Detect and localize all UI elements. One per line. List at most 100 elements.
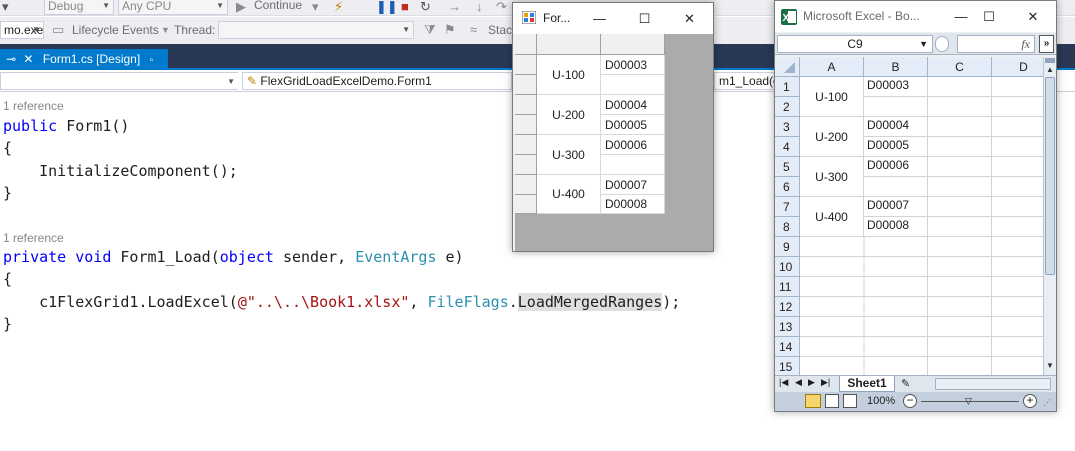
grid-cell[interactable]	[601, 155, 665, 175]
formula-bar: C9 ▼ fx »	[775, 33, 1056, 55]
chevron-down-icon: ▼	[216, 1, 224, 10]
code-string: @"..\..\Book1.xlsx"	[237, 293, 410, 311]
scroll-thumb[interactable]	[1045, 77, 1055, 275]
maximize-button[interactable]: ☐	[969, 1, 1009, 32]
chevron-down-icon[interactable]: ▼	[161, 23, 170, 37]
resize-grip-icon[interactable]: ⋰	[1043, 398, 1051, 407]
thread-combo[interactable]: ▼	[218, 21, 414, 39]
grid-row-header[interactable]	[515, 95, 537, 115]
pin-icon[interactable]: ⊸	[6, 52, 16, 66]
name-box[interactable]: C9 ▼	[777, 35, 933, 53]
dropdown-arrow-icon[interactable]: ▾	[2, 0, 9, 14]
fx-icon[interactable]: fx	[1021, 37, 1030, 52]
flag-icon[interactable]: ⚑	[444, 23, 456, 37]
step-into-icon[interactable]: ↓	[476, 0, 483, 14]
grid-row-header[interactable]	[515, 75, 537, 95]
sheet-tabs-bar: |◀ ◀ ▶ ▶| Sheet1 ✎	[775, 375, 1056, 392]
grid-row-header[interactable]	[515, 135, 537, 155]
close-button[interactable]: ✕	[667, 3, 712, 34]
show-next-statement-icon[interactable]: →	[448, 0, 461, 14]
chevron-down-icon[interactable]: ▾	[312, 0, 319, 14]
grid-row-header[interactable]	[515, 155, 537, 175]
pause-icon[interactable]: ❚❚	[376, 0, 398, 14]
code-line: }	[3, 315, 13, 333]
code-keyword: void	[75, 248, 112, 266]
grid-cell[interactable]: D00004	[601, 95, 665, 115]
expand-formula-button[interactable]: »	[1039, 35, 1054, 53]
close-icon[interactable]: ✕	[23, 52, 33, 66]
grid-merged-cell[interactable]: U-100	[537, 55, 601, 95]
project-dropdown[interactable]: ▼	[0, 72, 238, 90]
zoom-slider-thumb[interactable]: ▽	[965, 396, 972, 407]
grid-column-header[interactable]	[601, 34, 665, 55]
grid-cell[interactable]	[601, 75, 665, 95]
configuration-combo[interactable]: Debug ▼	[44, 0, 114, 15]
zoom-out-icon[interactable]: −	[903, 394, 917, 408]
class-dropdown[interactable]: ✎ FlexGridLoadExcelDemo.Form1	[242, 72, 512, 90]
next-sheet-icon[interactable]: ▶	[808, 377, 815, 388]
scroll-down-arrow-icon[interactable]: ▼	[1046, 361, 1054, 370]
worksheet-grid[interactable]: A B C D 1 2 3 4 5 6 7 8 9 10 11 12 13 14…	[775, 57, 1043, 375]
formula-expand-handle[interactable]	[935, 36, 949, 52]
continue-button[interactable]: Continue	[254, 0, 302, 12]
play-icon[interactable]: ▶	[236, 0, 246, 14]
step-over-icon[interactable]: ↷	[496, 0, 507, 14]
prev-sheet-icon[interactable]: ◀	[795, 377, 802, 388]
first-sheet-icon[interactable]: |◀	[779, 377, 788, 388]
grid-cell[interactable]: D00005	[601, 115, 665, 135]
grid-row-header[interactable]	[515, 115, 537, 135]
stop-icon[interactable]: ■	[401, 0, 409, 14]
page-break-view-icon[interactable]	[843, 394, 857, 408]
grid-row-header[interactable]	[515, 195, 537, 214]
process-combo[interactable]: mo.exe ▼	[0, 21, 44, 39]
last-sheet-icon[interactable]: ▶|	[821, 377, 830, 388]
chevron-down-icon[interactable]: ▼	[919, 36, 928, 52]
grid-column-header[interactable]	[537, 34, 601, 55]
lifecycle-events-icon: ▭	[52, 22, 65, 37]
close-button[interactable]: ✕	[1013, 1, 1053, 32]
grid-cell[interactable]: D00003	[601, 55, 665, 75]
codelens-references[interactable]: 1 reference	[3, 228, 64, 248]
grid-corner-header[interactable]	[515, 34, 537, 55]
zoom-level[interactable]: 100%	[867, 395, 895, 407]
grid-cell[interactable]: D00007	[601, 175, 665, 195]
form1-titlebar[interactable]: For... — ☐ ✕	[513, 3, 713, 34]
formula-input[interactable]: fx	[957, 35, 1035, 53]
codelens-references[interactable]: 1 reference	[3, 96, 64, 116]
restart-icon[interactable]: ↻	[420, 0, 431, 14]
excel-titlebar[interactable]: X Microsoft Excel - Bo... — ☐ ✕	[775, 1, 1056, 32]
code-keyword: public	[3, 117, 58, 135]
scroll-up-arrow-icon[interactable]: ▲	[1046, 65, 1054, 74]
code-text: sender,	[273, 248, 356, 266]
grid-row-header[interactable]	[515, 55, 537, 75]
flexgrid-control[interactable]: U-100 U-200 U-300 U-400 D00003 D00004 D0…	[515, 34, 713, 251]
zoom-in-icon[interactable]: +	[1023, 394, 1037, 408]
grid-merged-cell[interactable]: U-200	[537, 95, 601, 135]
gridlines	[800, 77, 1043, 375]
tab-form1-design[interactable]: ⊸ ✕ Form1.cs [Design] ▫	[0, 49, 168, 70]
platform-combo[interactable]: Any CPU ▼	[118, 0, 228, 15]
split-handle[interactable]	[1045, 58, 1055, 63]
thread-label: Thread:	[174, 23, 216, 37]
sheet-tab[interactable]: Sheet1	[839, 376, 895, 392]
grid-merged-cell[interactable]: U-300	[537, 135, 601, 175]
grid-cell[interactable]: D00008	[601, 195, 665, 214]
excel-logo-icon[interactable]: X	[781, 9, 797, 25]
hot-reload-icon[interactable]: ⚡	[334, 0, 343, 14]
maximize-button[interactable]: ☐	[622, 3, 667, 34]
horizontal-scrollbar[interactable]	[935, 378, 1051, 390]
vertical-scrollbar[interactable]: ▲ ▼	[1043, 57, 1056, 375]
normal-view-icon[interactable]	[805, 394, 821, 408]
flexgrid-data[interactable]: U-100 U-200 U-300 U-400 D00003 D00004 D0…	[515, 34, 665, 214]
grid-row-header[interactable]	[515, 175, 537, 195]
form-app-icon[interactable]	[521, 10, 537, 25]
lifecycle-events-dropdown[interactable]: Lifecycle Events	[72, 23, 159, 37]
page-layout-view-icon[interactable]	[825, 394, 839, 408]
code-type: EventArgs	[355, 248, 437, 266]
minimize-button[interactable]: —	[577, 3, 622, 34]
insert-sheet-icon[interactable]: ✎	[901, 377, 910, 390]
grid-cell[interactable]: D00006	[601, 135, 665, 155]
code-text: e)	[436, 248, 464, 266]
filter-icon[interactable]: ⧩	[424, 23, 436, 37]
grid-merged-cell[interactable]: U-400	[537, 175, 601, 214]
